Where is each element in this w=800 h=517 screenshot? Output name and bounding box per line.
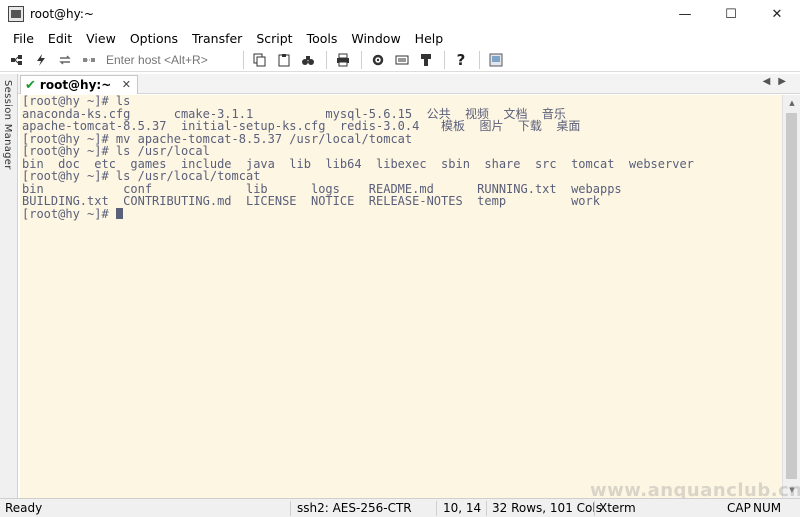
toolbar: ? — [0, 48, 800, 72]
quick-connect-icon[interactable] — [30, 50, 52, 70]
menu-script[interactable]: Script — [249, 31, 299, 46]
print-icon[interactable] — [332, 50, 354, 70]
session-tab-label: root@hy:~ — [39, 78, 112, 92]
toolbar-separator — [243, 50, 244, 69]
status-separator — [290, 501, 291, 516]
terminal-line: [root@hy ~]# ls /usr/local/tomcat — [22, 169, 261, 183]
menu-help[interactable]: Help — [408, 31, 451, 46]
menu-bar: File Edit View Options Transfer Script T… — [0, 28, 800, 48]
host-input[interactable] — [102, 50, 238, 69]
status-separator — [436, 501, 437, 516]
title-bar: root@hy:~ — ☐ ✕ — [0, 0, 800, 28]
status-bar: Ready ssh2: AES-256-CTR 10, 14 32 Rows, … — [0, 498, 800, 517]
securecrt-app-icon — [8, 6, 24, 22]
status-num: NUM — [753, 501, 782, 515]
session-manager-label: Session Manager — [2, 80, 13, 170]
status-caps: CAP — [727, 501, 751, 515]
find-icon[interactable] — [297, 50, 319, 70]
menu-window[interactable]: Window — [344, 31, 407, 46]
scroll-up-icon[interactable]: ▲ — [783, 95, 800, 111]
toolbar-separator — [326, 50, 327, 69]
terminal-scrollbar[interactable]: ▲ ▼ — [782, 95, 800, 498]
toolbar-separator — [444, 50, 445, 69]
status-separator — [594, 501, 595, 516]
tab-close-icon[interactable]: ✕ — [122, 78, 131, 91]
connected-check-icon: ✔ — [25, 77, 36, 93]
status-terminal-type: Xterm — [599, 501, 636, 515]
status-separator — [486, 501, 487, 516]
terminal-cursor — [115, 207, 123, 219]
status-ready: Ready — [5, 501, 43, 515]
terminal-line: apache-tomcat-8.5.37 initial-setup-ks.cf… — [22, 119, 581, 133]
scrollbar-thumb[interactable] — [786, 113, 797, 479]
keymap-icon[interactable] — [391, 50, 413, 70]
toolbar-separator — [479, 50, 480, 69]
reconnect-icon[interactable] — [54, 50, 76, 70]
terminal-prompt: [root@hy ~]# — [22, 206, 116, 221]
session-manager-tab[interactable]: Session Manager — [0, 74, 18, 498]
terminal-line: [root@hy ~]# ls /usr/local — [22, 144, 210, 158]
terminal-prompt-line: [root@hy ~]# — [22, 206, 780, 221]
connect-icon[interactable] — [6, 50, 28, 70]
menu-edit[interactable]: Edit — [41, 31, 79, 46]
menu-tools[interactable]: Tools — [300, 31, 345, 46]
close-button[interactable]: ✕ — [754, 0, 800, 28]
sftp-icon[interactable] — [415, 50, 437, 70]
session-tab-strip: ✔ root@hy:~ ✕ ◀▶ — [18, 74, 800, 94]
menu-file[interactable]: File — [6, 31, 41, 46]
tab-scroll-arrows[interactable]: ◀▶ — [763, 76, 794, 87]
status-dimensions: 32 Rows, 101 Cols — [492, 501, 602, 515]
copy-icon[interactable] — [249, 50, 271, 70]
menu-options[interactable]: Options — [123, 31, 185, 46]
session-tab[interactable]: ✔ root@hy:~ ✕ — [20, 75, 138, 94]
screenshot-icon[interactable] — [485, 50, 507, 70]
disconnect-icon[interactable] — [78, 50, 100, 70]
status-cursor-position: 10, 14 — [443, 501, 482, 515]
window-controls: — ☐ ✕ — [662, 0, 800, 28]
paste-icon[interactable] — [273, 50, 295, 70]
menu-transfer[interactable]: Transfer — [185, 31, 249, 46]
minimize-button[interactable]: — — [662, 0, 708, 28]
help-icon[interactable]: ? — [450, 50, 472, 70]
window-title: root@hy:~ — [30, 7, 94, 21]
status-cipher: ssh2: AES-256-CTR — [297, 501, 412, 515]
terminal-line: [root@hy ~]# ls — [22, 95, 131, 108]
terminal-line: BUILDING.txt CONTRIBUTING.md LICENSE NOT… — [22, 194, 600, 208]
toolbar-separator — [361, 50, 362, 69]
maximize-button[interactable]: ☐ — [708, 0, 754, 28]
settings-icon[interactable] — [367, 50, 389, 70]
menu-view[interactable]: View — [79, 31, 123, 46]
terminal-output[interactable]: [root@hy ~]# ls anaconda-ks.cfg cmake-3.… — [20, 95, 782, 498]
